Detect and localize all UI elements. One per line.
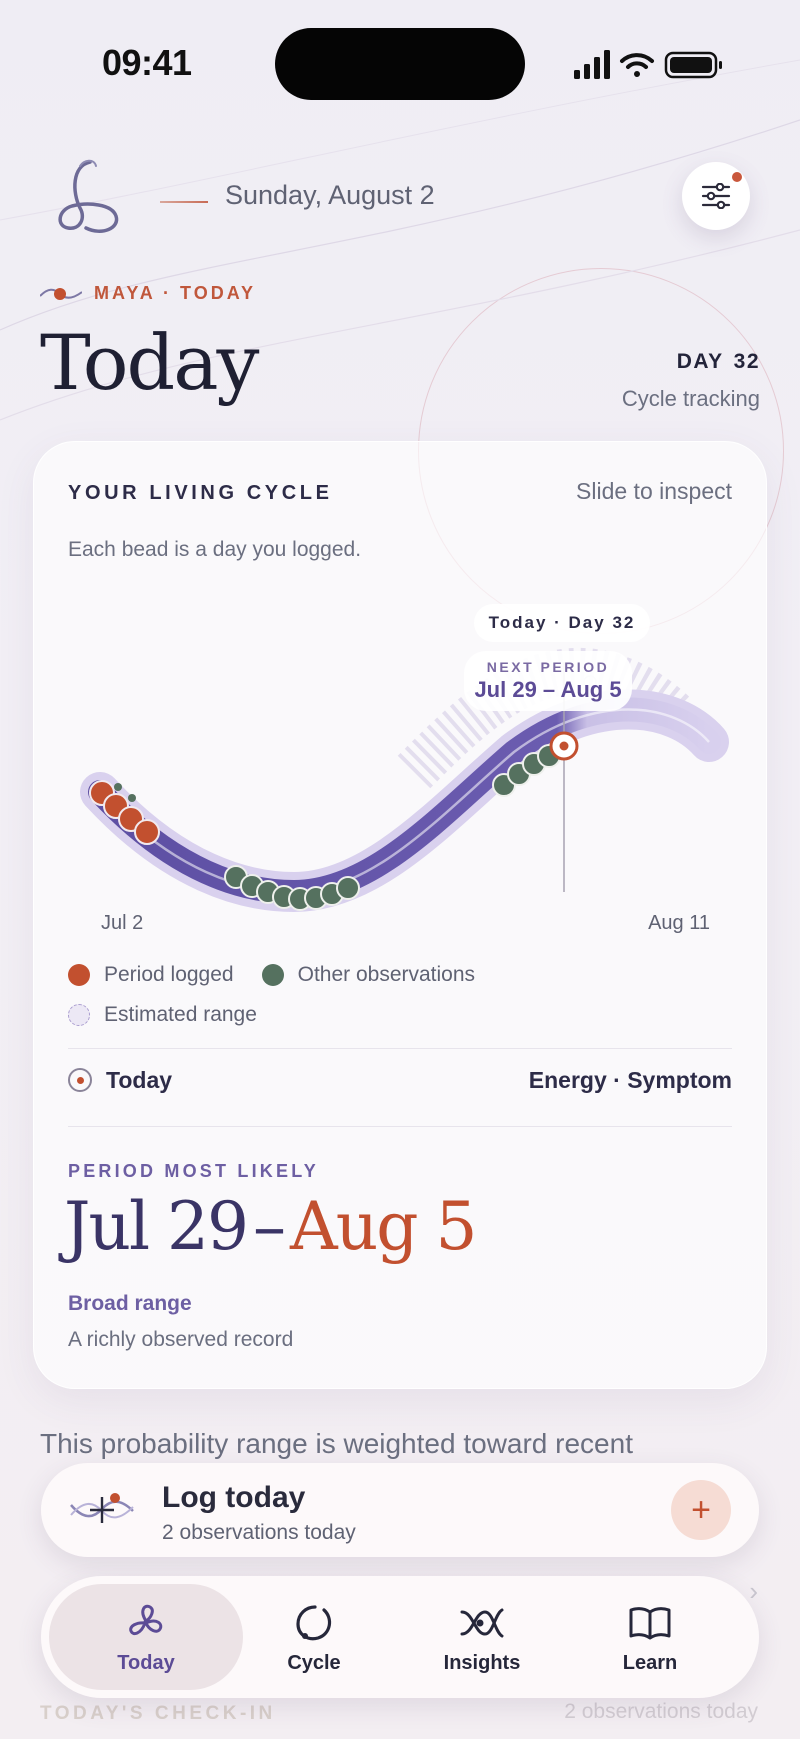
- divider: [68, 1126, 732, 1127]
- day-number: 32: [733, 350, 760, 373]
- observation-bead: [336, 876, 360, 900]
- broad-range-label: Broad range: [68, 1292, 192, 1315]
- period-likely-range: Jul 29–Aug 5: [64, 1188, 477, 1265]
- axis-end-label: Aug 11: [648, 912, 710, 934]
- checkin-count: 2 observations today: [564, 1700, 758, 1723]
- tab-learn-label: Learn: [622, 1651, 678, 1674]
- tab-learn[interactable]: Learn: [553, 1584, 747, 1690]
- notification-dot: [732, 172, 742, 182]
- slide-hint: Slide to inspect: [576, 478, 732, 504]
- day-label: DAY: [676, 350, 724, 373]
- observation-dot: [114, 783, 122, 791]
- record-quality: A richly observed record: [68, 1328, 294, 1351]
- today-row[interactable]: Today Energy · Symptom: [68, 1062, 732, 1098]
- card-subtitle: Each bead is a day you logged.: [68, 538, 362, 561]
- legend-observations: Other observations: [297, 963, 476, 986]
- eyebrow-mark-icon: [40, 287, 82, 300]
- next-period-value: Jul 29 – Aug 5: [474, 677, 622, 702]
- date-divider: [160, 201, 208, 203]
- log-ribbon-icon: [70, 1493, 134, 1523]
- day-counter: DAY 32: [677, 350, 760, 374]
- observation-dot: [128, 794, 136, 802]
- flower-icon: [129, 1604, 163, 1635]
- today-row-label: Today: [68, 1067, 172, 1094]
- header-date: Sunday, August 2: [225, 180, 435, 210]
- log-today-title: Log today: [162, 1481, 306, 1514]
- today-label: Today: [106, 1066, 173, 1093]
- cycle-tracking-label: Cycle tracking: [621, 386, 760, 411]
- today-ring-icon: [68, 1068, 92, 1092]
- book-icon: [629, 1606, 671, 1639]
- tab-insights-label: Insights: [443, 1651, 521, 1674]
- legend-estimated: Estimated range: [104, 1003, 257, 1026]
- cycle-chart[interactable]: [34, 592, 768, 912]
- tab-today-label: Today: [117, 1651, 175, 1674]
- today-detail: Energy · Symptom: [528, 1066, 732, 1093]
- period-bead: [134, 819, 160, 845]
- legend-row-estimated: Estimated range: [68, 1003, 257, 1027]
- status-icons: [574, 50, 722, 79]
- observation-beads: [224, 744, 561, 911]
- tab-insights[interactable]: Insights: [385, 1584, 579, 1690]
- dynamic-island: [275, 28, 525, 100]
- today-tooltip: Today · Day 32: [474, 604, 650, 642]
- estimated-swatch: [68, 1004, 90, 1026]
- cycle-icon: [296, 1604, 332, 1640]
- sliders-icon: [701, 183, 731, 209]
- probability-text: This probability range is weighted towar…: [40, 1428, 633, 1459]
- app-logo: [58, 159, 119, 233]
- insights-icon: [460, 1608, 504, 1637]
- divider: [68, 1048, 732, 1049]
- wifi-icon: [620, 53, 654, 77]
- signal-icon: [574, 50, 610, 79]
- chevron-right-icon: ›: [749, 1576, 758, 1606]
- legend-row: Period logged Other observations: [68, 963, 475, 987]
- period-start-date: Jul 29: [64, 1188, 249, 1265]
- log-today-bar[interactable]: Log today 2 observations today +: [41, 1463, 759, 1557]
- user-eyebrow: MAYA · TODAY: [40, 283, 256, 304]
- tab-cycle[interactable]: Cycle: [217, 1584, 411, 1690]
- period-swatch: [68, 964, 90, 986]
- next-period-tooltip: NEXT PERIOD Jul 29 – Aug 5: [464, 651, 632, 711]
- next-period-label: NEXT PERIOD: [486, 659, 610, 675]
- observation-swatch: [261, 964, 284, 986]
- legend-period: Period logged: [104, 963, 234, 986]
- page-title: Today: [40, 318, 259, 407]
- add-log-button[interactable]: +: [671, 1480, 731, 1540]
- living-cycle-card: YOUR LIVING CYCLE Slide to inspect Each …: [33, 441, 767, 1389]
- tab-bar: Today Cycle Insights Learn: [41, 1576, 759, 1698]
- card-heading: YOUR LIVING CYCLE: [68, 482, 333, 504]
- log-today-subtitle: 2 observations today: [162, 1521, 356, 1544]
- period-likely-label: PERIOD MOST LIKELY: [68, 1161, 319, 1181]
- status-time: 09:41: [102, 42, 192, 83]
- axis-start-label: Jul 2: [101, 912, 144, 934]
- battery-icon: [664, 51, 722, 79]
- tab-cycle-label: Cycle: [287, 1651, 341, 1674]
- checkin-label: TODAY'S CHECK-IN: [40, 1703, 276, 1724]
- range-separator: –: [253, 1188, 286, 1265]
- eyebrow-text: MAYA · TODAY: [94, 283, 257, 303]
- tab-today[interactable]: Today: [49, 1584, 243, 1690]
- filter-button[interactable]: [682, 162, 750, 230]
- period-end-date: Aug 5: [290, 1188, 477, 1265]
